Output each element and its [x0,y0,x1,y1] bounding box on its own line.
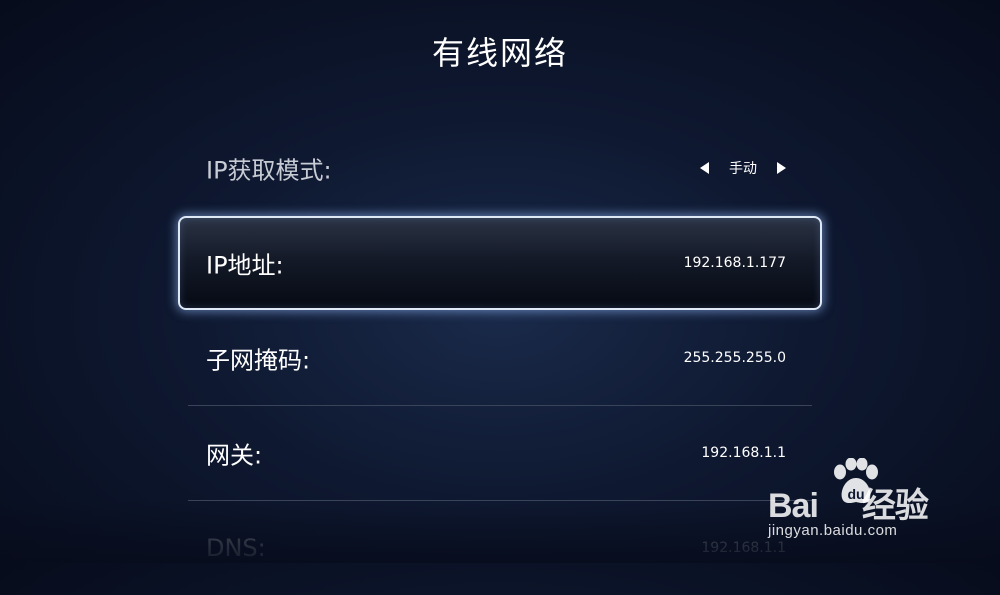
ip-mode-label: IP获取模式: [206,156,332,185]
watermark-logo-left: Bai [768,487,819,525]
subnet-mask-value: 255.255.255.0 [683,350,786,366]
arrow-left-icon[interactable] [700,162,709,174]
gateway-row[interactable]: 网关: 192.168.1.1 [188,406,812,500]
watermark-url: jingyan.baidu.com [768,522,898,539]
svg-text:du: du [847,486,864,502]
ip-mode-row[interactable]: IP获取模式: 手动 [188,121,812,215]
ip-mode-value: 手动 [729,161,757,177]
ip-address-row[interactable]: IP地址: 192.168.1.177 [178,216,822,310]
baidu-paw-icon: du [834,458,878,504]
ip-mode-selector[interactable]: 手动 [700,158,786,178]
ip-address-label: IP地址: [206,251,284,280]
arrow-right-icon[interactable] [777,162,786,174]
page-title: 有线网络 [431,34,568,72]
dns-label: DNS: [206,534,266,562]
ip-address-value: 192.168.1.177 [683,255,786,271]
subnet-mask-label: 子网掩码: [206,346,311,375]
gateway-label: 网关: [206,441,263,470]
baidu-watermark: Bai 经验 du jingyan.baidu.com [768,458,968,548]
dns-row[interactable]: DNS: 192.168.1.1 [188,501,812,595]
subnet-mask-row[interactable]: 子网掩码: 255.255.255.0 [188,311,812,405]
